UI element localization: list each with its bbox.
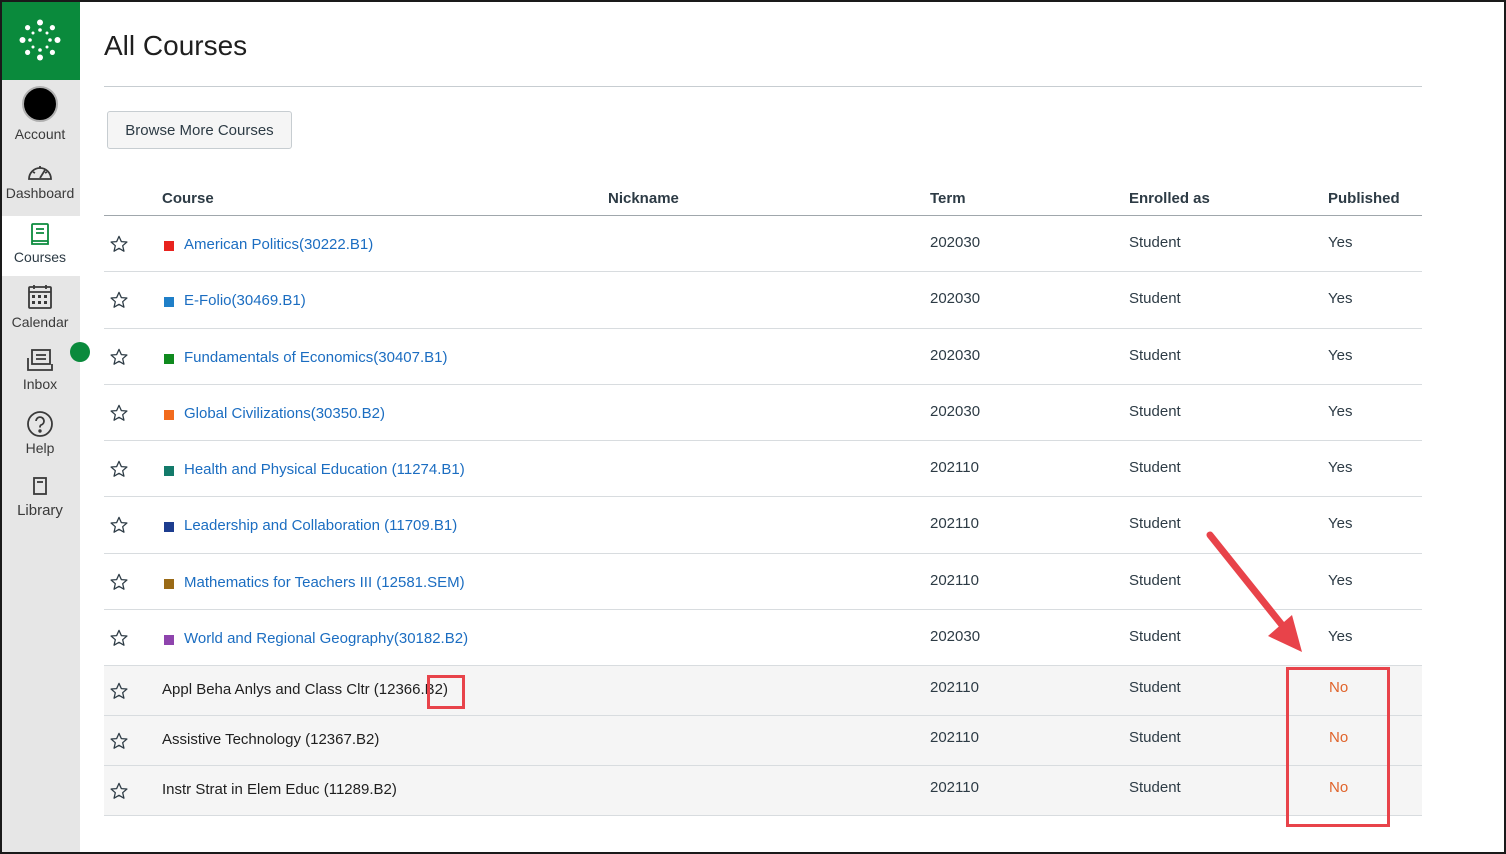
annotation-arrow-icon [1206, 531, 1302, 652]
